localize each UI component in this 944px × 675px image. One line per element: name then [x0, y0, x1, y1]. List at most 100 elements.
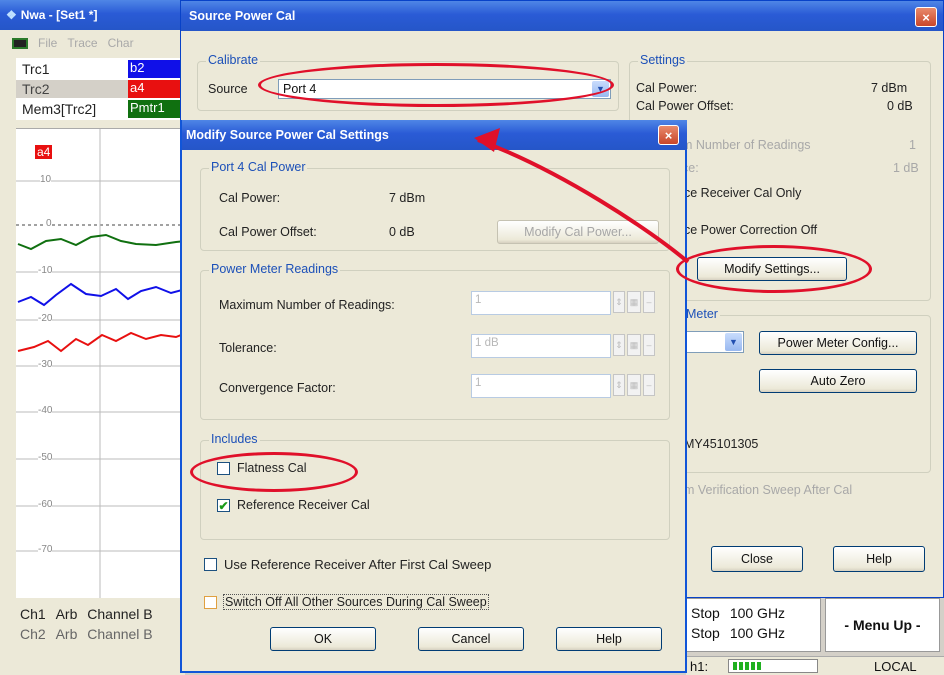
stop-row-1: Stop 100 GHz: [691, 605, 785, 621]
keypad-icon[interactable]: ▦: [627, 334, 641, 356]
meter-select[interactable]: ▼: [686, 331, 744, 353]
includes-group-title: Includes: [209, 432, 260, 446]
convergence-spinner[interactable]: ⇕ ▦ –: [613, 374, 655, 396]
channel-name: Channel B: [87, 626, 153, 642]
spc-offset-label: Cal Power Offset:: [636, 99, 734, 113]
help-button[interactable]: Help: [556, 627, 662, 651]
clear-icon[interactable]: –: [643, 374, 655, 396]
trace-row-1[interactable]: Trc1 b2: [16, 60, 186, 78]
channel-mode: Arb: [55, 626, 78, 642]
app-icon: ❖: [6, 8, 17, 22]
use-ref-receiver-checkbox[interactable]: [204, 558, 217, 571]
settings-group-title: Settings: [638, 53, 688, 67]
menu-bar: File Trace Char: [0, 34, 185, 52]
trace-red: [17, 331, 186, 353]
max-readings-label: Maximum Number of Readings:: [219, 298, 395, 312]
tolerance-label: Tolerance:: [219, 341, 277, 355]
tick-label: -70: [38, 544, 53, 555]
channel-name: Channel B: [87, 606, 153, 622]
calibrate-group-title: Calibrate: [206, 53, 261, 67]
trace-meas: b2: [128, 60, 186, 78]
spc-max-readings-value: 1: [909, 138, 916, 152]
stop-value: 100 GHz: [729, 605, 786, 621]
ref-receiver-cal-checkbox[interactable]: ✔: [217, 499, 230, 513]
use-ref-receiver-label[interactable]: Use Reference Receiver After First Cal S…: [224, 557, 491, 572]
trace-row-3[interactable]: Mem3[Trc2] Pmtr1: [16, 100, 186, 118]
annotation-ellipse-source: [258, 63, 614, 107]
port-cal-power-title: Port 4 Cal Power: [209, 160, 308, 174]
trace-name: Trc2: [22, 81, 50, 97]
trace-chart[interactable]: a4 10 0 -10 -20 -30 -40 -50 -60 -70: [16, 128, 186, 598]
source-label: Source: [208, 82, 248, 96]
keypad-icon[interactable]: ▦: [627, 374, 641, 396]
trace-name: Mem3[Trc2]: [22, 101, 97, 117]
nwa-window: ❖ Nwa - [Set1 *] File Trace Char Trc1 b2…: [0, 0, 186, 675]
status-channel: h1:: [690, 659, 709, 674]
menu-char[interactable]: Char: [108, 36, 134, 50]
spc-titlebar: Source Power Cal: [181, 1, 943, 31]
spin-updown-icon[interactable]: ⇕: [613, 374, 625, 396]
msd-cal-power-value: 7 dBm: [389, 191, 426, 205]
power-meter-readings-group: Power Meter Readings Maximum Number of R…: [200, 262, 670, 420]
clear-icon[interactable]: –: [643, 334, 655, 356]
channel-label: Ch2: [20, 626, 46, 642]
keypad-icon[interactable]: ▦: [627, 291, 641, 313]
spc-close-dialog-button[interactable]: Close: [711, 546, 803, 572]
trace-name: Trc1: [22, 61, 50, 77]
tick-label: -40: [38, 405, 53, 416]
trace-row-2[interactable]: Trc2 a4: [16, 80, 186, 98]
channel-row-1[interactable]: Ch1 Arb Channel B: [20, 606, 153, 622]
meter-serial: MY45101305: [684, 437, 759, 451]
trace-meas: Pmtr1: [128, 100, 186, 118]
nwa-titlebar: ❖ Nwa - [Set1 *]: [0, 0, 185, 30]
max-readings-spinner[interactable]: ⇕ ▦ –: [613, 291, 655, 313]
channel-mode: Arb: [55, 606, 78, 622]
ref-receiver-cal-label[interactable]: Reference Receiver Cal: [237, 498, 370, 512]
tolerance-spinner[interactable]: ⇕ ▦ –: [613, 334, 655, 356]
switch-off-sources-checkbox[interactable]: [204, 596, 217, 609]
spc-help-button[interactable]: Help: [833, 546, 925, 572]
spc-close-button[interactable]: ×: [915, 7, 937, 27]
switch-off-sources-label[interactable]: Switch Off All Other Sources During Cal …: [223, 594, 489, 610]
stop-freq-panel: Stop 100 GHz Stop 100 GHz: [686, 598, 821, 652]
msd-close-button[interactable]: ×: [658, 125, 679, 145]
spc-title: Source Power Cal: [189, 9, 296, 23]
tolerance-input[interactable]: 1 dB: [471, 334, 611, 358]
menu-icon[interactable]: [12, 37, 28, 49]
convergence-input[interactable]: 1: [471, 374, 611, 398]
chevron-down-icon[interactable]: ▼: [725, 333, 742, 351]
auto-zero-button[interactable]: Auto Zero: [759, 369, 917, 393]
tick-label: -50: [38, 452, 53, 463]
spc-max-readings-label: m Number of Readings: [682, 138, 811, 152]
ok-button[interactable]: OK: [270, 627, 376, 651]
verification-label: m Verification Sweep After Cal: [684, 483, 853, 497]
cancel-button[interactable]: Cancel: [418, 627, 524, 651]
meter-group-title: Meter: [684, 307, 720, 321]
menu-trace[interactable]: Trace: [67, 36, 97, 50]
spc-ref-only-label: ce Receiver Cal Only: [684, 186, 802, 200]
power-meter-config-button[interactable]: Power Meter Config...: [759, 331, 917, 355]
spin-updown-icon[interactable]: ⇕: [613, 334, 625, 356]
modify-cal-power-button[interactable]: Modify Cal Power...: [497, 220, 659, 244]
readings-group-title: Power Meter Readings: [209, 262, 341, 276]
stop-value: 100 GHz: [729, 625, 786, 641]
trace-meas: a4: [128, 80, 186, 98]
max-readings-input[interactable]: 1: [471, 291, 611, 315]
tick-label: -10: [38, 265, 53, 276]
convergence-label: Convergence Factor:: [219, 381, 336, 395]
msd-offset-value: 0 dB: [389, 225, 415, 239]
spin-updown-icon[interactable]: ⇕: [613, 291, 625, 313]
trace-green: [17, 233, 186, 251]
menu-up-button[interactable]: - Menu Up -: [825, 598, 940, 652]
status-bar: h1: LOCAL: [686, 656, 944, 675]
msd-titlebar: Modify Source Power Cal Settings: [182, 120, 687, 150]
clear-icon[interactable]: –: [643, 291, 655, 313]
status-local: LOCAL: [874, 659, 917, 674]
channel-row-2[interactable]: Ch2 Arb Channel B: [20, 626, 153, 642]
trace-blue: [17, 282, 186, 307]
tick-label: -60: [38, 499, 53, 510]
spc-correction-off-label: ce Power Correction Off: [684, 223, 818, 237]
trace-list: Trc1 b2 Trc2 a4 Mem3[Trc2] Pmtr1: [16, 58, 186, 120]
menu-file[interactable]: File: [38, 36, 57, 50]
spc-cal-power-value: 7 dBm: [871, 81, 908, 95]
